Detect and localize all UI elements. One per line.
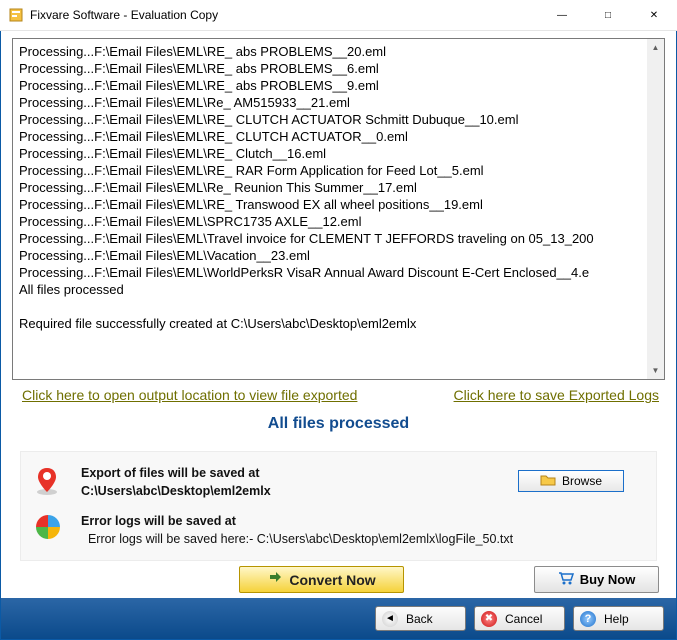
titlebar: Fixvare Software - Evaluation Copy — □ ✕: [0, 0, 677, 31]
client-area: Processing...F:\Email Files\EML\RE_ abs …: [0, 31, 677, 640]
folder-icon: [540, 473, 556, 490]
window-title: Fixvare Software - Evaluation Copy: [30, 8, 539, 22]
close-button[interactable]: ✕: [631, 0, 677, 30]
error-log-text: Error logs will be saved at Error logs w…: [81, 512, 642, 548]
location-pin-icon: [35, 466, 63, 499]
pie-chart-icon: [35, 514, 63, 543]
convert-now-button[interactable]: Convert Now: [239, 566, 404, 593]
cart-icon: [558, 571, 574, 588]
log-textarea[interactable]: Processing...F:\Email Files\EML\RE_ abs …: [12, 38, 665, 380]
buy-now-button[interactable]: Buy Now: [534, 566, 659, 593]
status-text: All files processed: [1, 415, 676, 433]
open-output-link[interactable]: Click here to open output location to vi…: [22, 387, 357, 403]
maximize-button[interactable]: □: [585, 0, 631, 30]
cancel-icon: ✖: [481, 611, 497, 627]
log-content: Processing...F:\Email Files\EML\RE_ abs …: [13, 39, 664, 336]
app-icon: [8, 7, 24, 23]
minimize-button[interactable]: —: [539, 0, 585, 30]
back-icon: ◄: [382, 611, 398, 627]
scrollbar[interactable]: ▲ ▼: [647, 39, 664, 379]
save-logs-link[interactable]: Click here to save Exported Logs: [454, 387, 659, 403]
help-icon: ?: [580, 611, 596, 627]
help-button[interactable]: ? Help: [573, 606, 664, 631]
link-row: Click here to open output location to vi…: [22, 387, 659, 403]
footer-bar: ◄ Back ✖ Cancel ? Help: [1, 598, 676, 639]
cancel-button[interactable]: ✖ Cancel: [474, 606, 565, 631]
action-bar: Convert Now Buy Now: [2, 562, 675, 597]
browse-button[interactable]: Browse: [518, 470, 624, 492]
convert-icon: [267, 570, 283, 589]
output-panel: Export of files will be saved at C:\User…: [20, 451, 657, 561]
back-button[interactable]: ◄ Back: [375, 606, 466, 631]
scroll-down-icon[interactable]: ▼: [647, 362, 664, 379]
scroll-up-icon[interactable]: ▲: [647, 39, 664, 56]
